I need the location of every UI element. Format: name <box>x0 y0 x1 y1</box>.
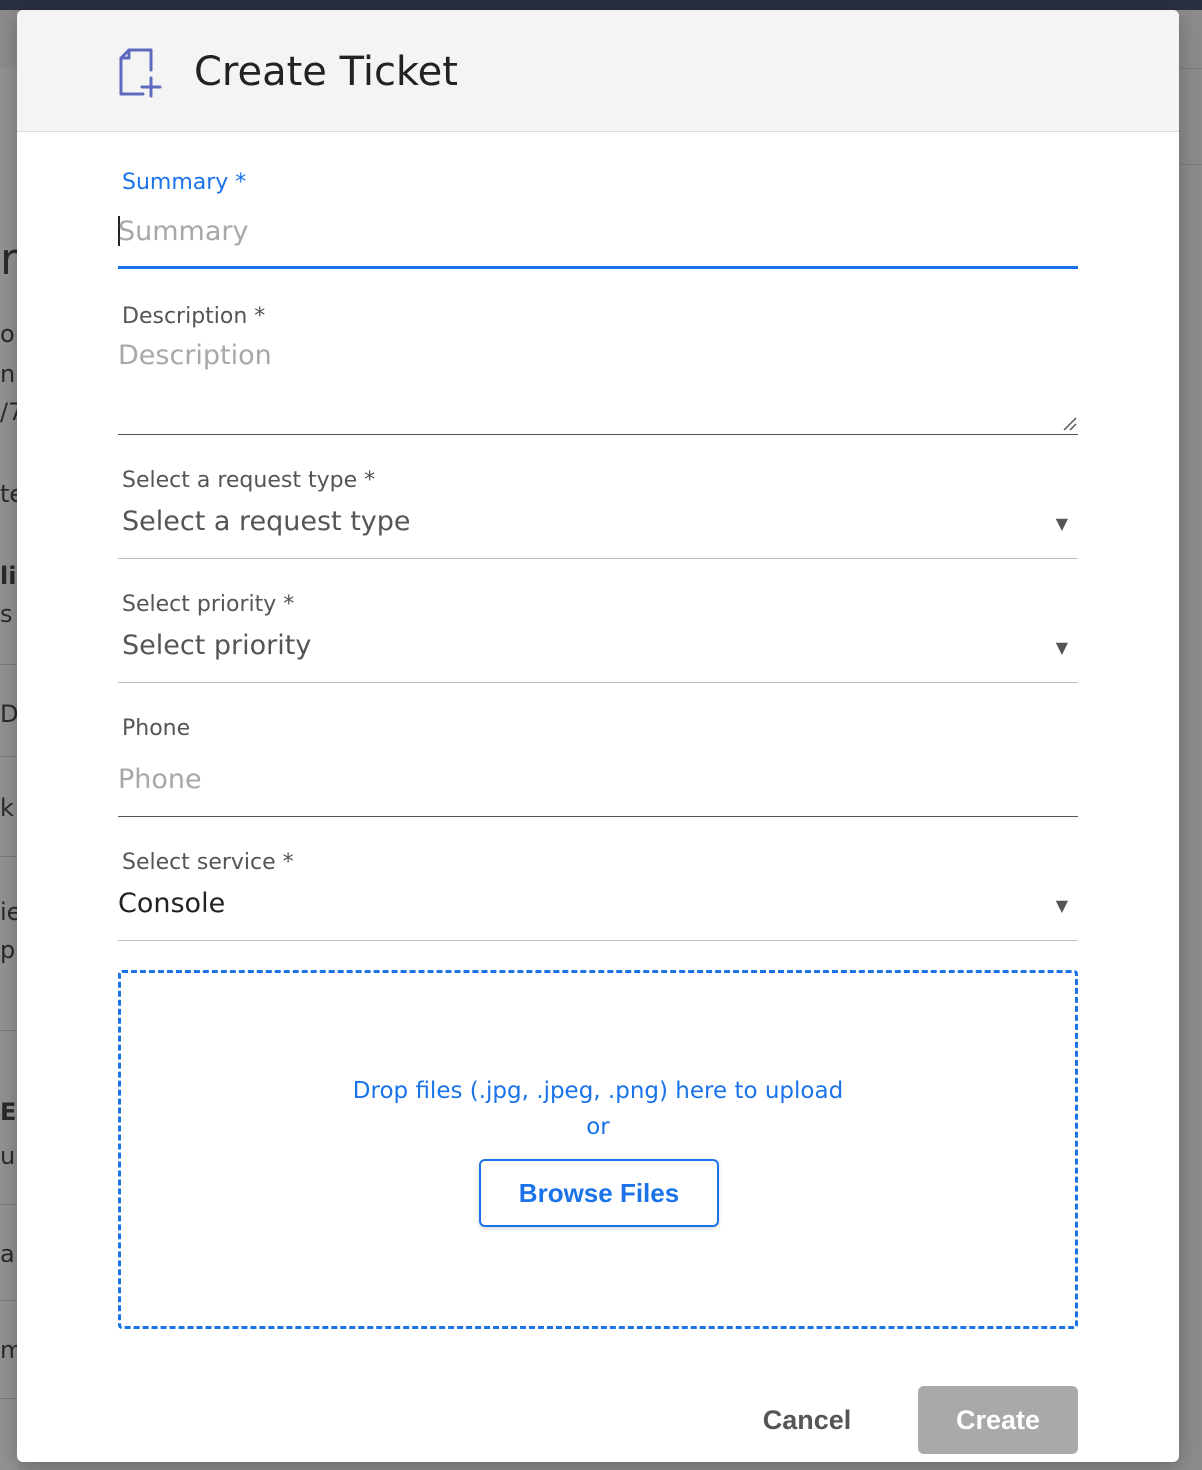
backdrop-text: m <box>0 1336 18 1364</box>
backdrop-divider <box>0 856 18 857</box>
backdrop-divider <box>0 1300 18 1301</box>
priority-label: Select priority * <box>122 592 295 617</box>
backdrop-text: /7 <box>0 398 18 426</box>
summary-underline <box>118 266 1078 269</box>
backdrop-topbar <box>0 0 1202 10</box>
summary-label: Summary * <box>122 170 247 195</box>
request-type-underline <box>118 558 1078 559</box>
service-value: Console <box>118 888 226 919</box>
resize-handle-icon[interactable] <box>1060 414 1078 432</box>
backdrop-text: u <box>0 1142 16 1170</box>
summary-field: Summary * <box>118 170 1078 274</box>
backdrop-divider <box>1180 164 1202 165</box>
service-label: Select service * <box>122 850 294 875</box>
backdrop-text: k <box>0 794 14 822</box>
request-type-label: Select a request type * <box>122 468 376 493</box>
backdrop-divider <box>0 664 18 665</box>
browse-files-button[interactable]: Browse Files <box>479 1159 719 1227</box>
description-underline <box>118 434 1078 435</box>
dropzone-or: or <box>586 1114 610 1140</box>
caret-down-icon: ▼ <box>1055 514 1068 533</box>
dialog-title: Create Ticket <box>194 49 458 95</box>
backdrop-text: E <box>0 1098 17 1126</box>
description-label: Description * <box>122 304 266 329</box>
description-textarea[interactable] <box>118 340 1078 420</box>
backdrop-divider <box>0 1030 18 1031</box>
backdrop-text: a <box>0 1240 15 1268</box>
priority-underline <box>118 682 1078 683</box>
caret-down-icon: ▼ <box>1055 896 1068 915</box>
create-button[interactable]: Create <box>918 1386 1078 1454</box>
service-underline <box>118 940 1078 941</box>
priority-value: Select priority <box>122 630 312 661</box>
dialog-header: Create Ticket <box>17 10 1179 132</box>
backdrop-divider <box>0 1398 18 1399</box>
backdrop-divider <box>1180 68 1202 69</box>
summary-input[interactable] <box>118 212 1078 250</box>
create-ticket-dialog: Create Ticket Summary * Description * Se… <box>17 10 1179 1462</box>
backdrop-divider <box>0 756 18 757</box>
phone-underline <box>118 816 1078 817</box>
add-document-icon <box>119 48 162 98</box>
request-type-value: Select a request type <box>122 506 411 537</box>
backdrop-text: p <box>0 936 16 964</box>
phone-label: Phone <box>122 716 191 741</box>
backdrop-text: li <box>0 562 17 590</box>
backdrop-text: o <box>0 320 15 348</box>
backdrop-text: n <box>0 360 16 388</box>
service-select[interactable]: Select service * Console ▼ <box>118 850 1078 942</box>
backdrop-text: D <box>0 700 18 728</box>
cancel-button[interactable]: Cancel <box>737 1386 877 1454</box>
backdrop-left-strip: r o n /7 te li s D k ie p E u a m <box>0 68 18 1470</box>
file-dropzone[interactable]: Drop files (.jpg, .jpeg, .png) here to u… <box>118 970 1078 1329</box>
phone-input[interactable] <box>118 760 1078 798</box>
backdrop-text: te <box>0 480 18 508</box>
description-field: Description * <box>118 304 1078 436</box>
phone-field: Phone <box>118 716 1078 818</box>
backdrop-divider <box>0 1204 18 1205</box>
caret-down-icon: ▼ <box>1055 638 1068 657</box>
backdrop-text: s <box>0 600 13 628</box>
backdrop-text: ie <box>0 898 18 926</box>
request-type-select[interactable]: Select a request type * Select a request… <box>118 468 1078 560</box>
priority-select[interactable]: Select priority * Select priority ▼ <box>118 592 1078 684</box>
dropzone-instruction: Drop files (.jpg, .jpeg, .png) here to u… <box>352 1078 844 1104</box>
backdrop-text: r <box>0 236 18 284</box>
